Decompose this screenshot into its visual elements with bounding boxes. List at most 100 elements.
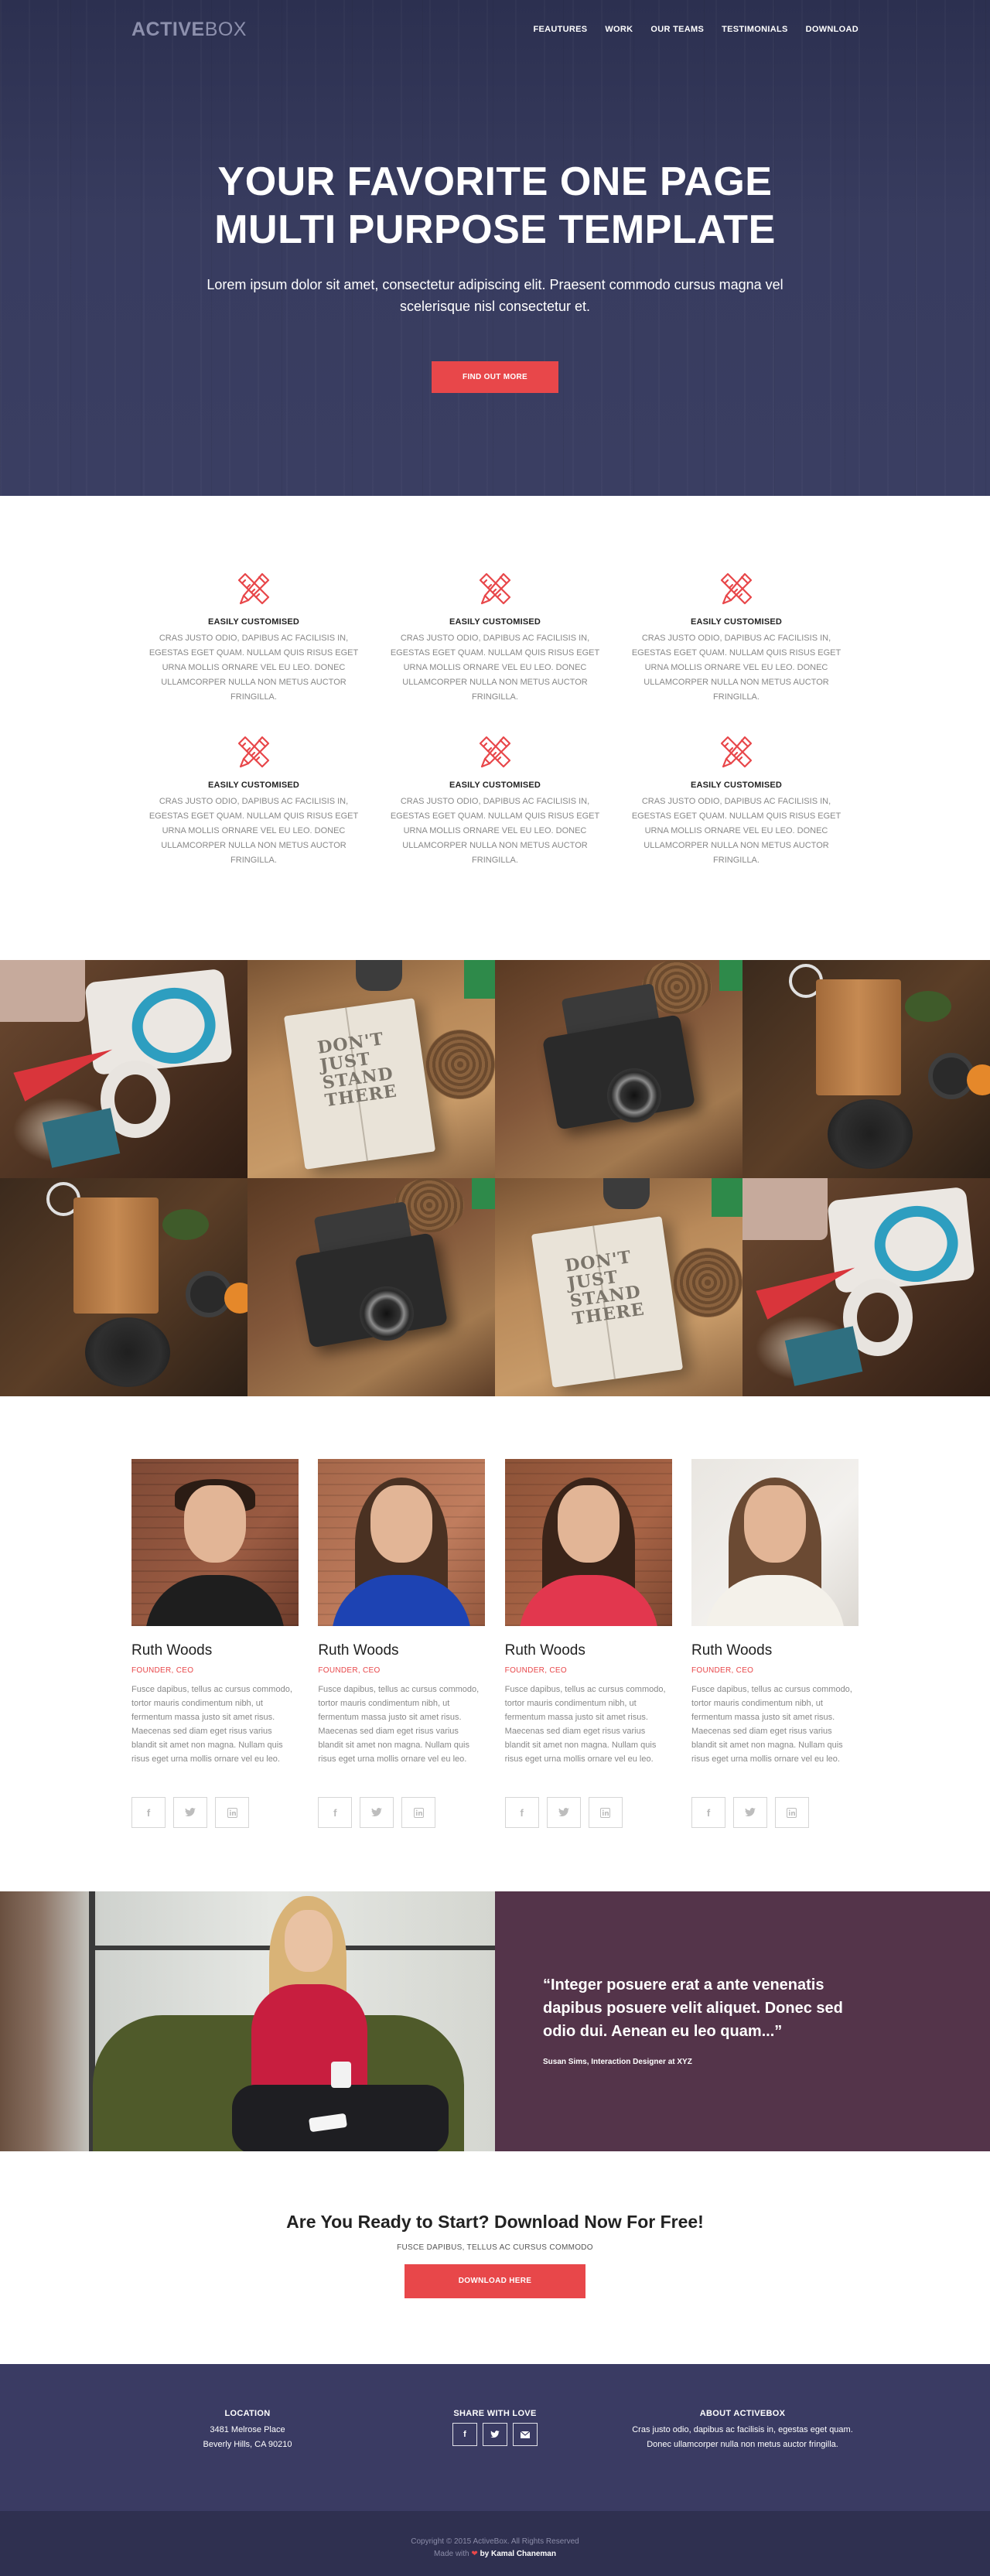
footer: LOCATION 3481 Melrose Place Beverly Hill… [0, 2364, 990, 2511]
team-grid: Ruth Woods FOUNDER, CEO Fusce dapibus, t… [131, 1459, 859, 1828]
orange-shape [224, 1283, 248, 1314]
feature-title: EASILY CUSTOMISED [207, 781, 300, 790]
heart-icon: ❤ [471, 2550, 478, 2558]
feature-item: EASILY CUSTOMISED Cras justo odio, dapib… [624, 566, 848, 705]
nav-item-features[interactable]: FEAUTURES [533, 25, 587, 34]
cutting-board-shape [73, 1197, 159, 1314]
book-cover-text: DON'T JUST STAND THERE [316, 1029, 399, 1112]
feature-title: EASILY CUSTOMISED [690, 617, 783, 627]
twitter-icon[interactable] [173, 1797, 207, 1828]
footer-location: LOCATION 3481 Melrose Place Beverly Hill… [131, 2409, 364, 2452]
member-name: Ruth Woods [318, 1642, 399, 1659]
tshirt-shape [827, 1186, 975, 1294]
facebook-icon[interactable]: f [318, 1797, 353, 1828]
member-name: Ruth Woods [504, 1642, 585, 1659]
coaster-shape [673, 1248, 742, 1317]
features-grid: EASILY CUSTOMISED Cras justo odio, dapib… [0, 566, 990, 868]
feature-item: EASILY CUSTOMISED Cras justo odio, dapib… [624, 729, 848, 868]
person-face [285, 1910, 333, 1972]
twitter-icon[interactable] [360, 1797, 394, 1828]
envelope-glyph [521, 2431, 530, 2438]
email-icon[interactable] [513, 2423, 538, 2446]
logo-light: BOX [204, 18, 247, 40]
nav-item-our-teams[interactable]: OUR TEAMS [650, 25, 704, 34]
herbs-shape [162, 1209, 209, 1240]
facebook-icon[interactable]: f [452, 2423, 477, 2446]
camera-lens-shape [607, 1068, 661, 1122]
facebook-icon[interactable]: f [131, 1797, 166, 1828]
find-out-more-button[interactable]: FIND OUT MORE [432, 361, 558, 393]
photo-face [370, 1485, 433, 1563]
facebook-icon[interactable]: f [691, 1797, 725, 1828]
member-socials: f [318, 1797, 485, 1828]
gallery-tile-camera[interactable] [495, 960, 742, 1178]
feature-text: Cras justo odio, dapibus ac facilisis in… [148, 634, 359, 702]
nav-item-download[interactable]: DOWNLOAD [806, 25, 859, 34]
member-role: FOUNDER, CEO [504, 1666, 567, 1675]
author-credit-link[interactable]: by Kamal Chaneman [480, 2550, 556, 2558]
linkedin-glyph [600, 1807, 611, 1818]
photo-shoulders [145, 1575, 285, 1626]
member-photo [131, 1459, 299, 1626]
gallery-tile-book[interactable]: DON'T JUST STAND THERE [248, 960, 495, 1178]
logo[interactable]: ACTIVEBOX [131, 19, 247, 41]
gallery-tile-tshirt[interactable] [0, 960, 248, 1178]
member-bio: Fusce dapibus, tellus ac cursus commodo,… [318, 1685, 480, 1764]
green-object [719, 960, 742, 991]
member-photo [691, 1459, 859, 1626]
nav-item-work[interactable]: WORK [605, 25, 633, 34]
testimonial-section: “Integer posuere erat a ante venenatis d… [0, 1891, 990, 2151]
made-with-line: Made with ❤ by Kamal Chaneman [0, 2548, 990, 2561]
gallery-tile-cutting-board[interactable] [0, 1178, 248, 1396]
towel-shape [742, 1178, 828, 1240]
linkedin-icon[interactable] [774, 1797, 809, 1828]
pencil-ruler-icon [237, 572, 270, 605]
feature-item: EASILY CUSTOMISED Cras justo odio, dapib… [383, 729, 607, 868]
pencil-ruler-icon [720, 572, 753, 605]
copyright-bar: Copyright © 2015 ActiveBox. All Rights R… [0, 2511, 990, 2576]
coaster-shape [425, 1030, 495, 1099]
photo-face [557, 1485, 620, 1563]
pan-shape [828, 1099, 913, 1169]
gallery-tile-cutting-board[interactable] [742, 960, 990, 1178]
facebook-icon[interactable]: f [504, 1797, 539, 1828]
nav-item-testimonials[interactable]: TESTIMONIALS [722, 25, 788, 34]
gallery-tile-book[interactable]: DON'T JUST STAND THERE [495, 1178, 742, 1396]
photo-shoulders [705, 1575, 845, 1626]
linkedin-icon[interactable] [215, 1797, 249, 1828]
feature-text: Cras justo odio, dapibus ac facilisis in… [390, 634, 600, 702]
linkedin-glyph [787, 1807, 797, 1818]
gallery-tile-camera[interactable] [248, 1178, 495, 1396]
twitter-bird-glyph [744, 1808, 756, 1817]
book-cover-text: DON'T JUST STAND THERE [563, 1247, 647, 1330]
twitter-icon[interactable] [483, 2423, 507, 2446]
download-here-button[interactable]: DOWNLOAD HERE [405, 2264, 585, 2298]
team-member-card: Ruth Woods FOUNDER, CEO Fusce dapibus, t… [691, 1459, 859, 1828]
book-shape [42, 1108, 121, 1168]
footer-about: ABOUT ACTIVEBOX Cras justo odio, dapibus… [626, 2409, 859, 2452]
hero-section: ACTIVEBOX FEAUTURES WORK OUR TEAMS TESTI… [0, 0, 990, 496]
features-section: EASILY CUSTOMISED Cras justo odio, dapib… [0, 496, 990, 960]
feature-text: Cras justo odio, dapibus ac facilisis in… [631, 634, 842, 702]
feature-title: EASILY CUSTOMISED [449, 617, 541, 627]
linkedin-icon[interactable] [401, 1797, 436, 1828]
twitter-icon[interactable] [546, 1797, 581, 1828]
coffee-cup [331, 2062, 351, 2088]
feature-text: Cras justo odio, dapibus ac facilisis in… [390, 797, 600, 865]
photo-face [743, 1485, 806, 1563]
feature-text: Cras justo odio, dapibus ac facilisis in… [148, 797, 359, 865]
pencil-ruler-icon [479, 736, 511, 768]
cta-subtitle: FUSCE DAPIBUS, TELLUS AC CURSUS COMMODO [397, 2243, 593, 2252]
photo-shoulders [332, 1575, 472, 1626]
feature-item: EASILY CUSTOMISED Cras justo odio, dapib… [142, 729, 366, 868]
footer-address-line: Beverly Hills, CA 90210 [203, 2440, 292, 2449]
linkedin-icon[interactable] [588, 1797, 623, 1828]
gallery-tile-tshirt[interactable] [742, 1178, 990, 1396]
testimonial-quote-panel: “Integer posuere erat a ante venenatis d… [495, 1891, 990, 2151]
tshirt-shape [84, 968, 233, 1076]
member-bio: Fusce dapibus, tellus ac cursus commodo,… [504, 1685, 666, 1764]
main-nav: FEAUTURES WORK OUR TEAMS TESTIMONIALS DO… [515, 25, 859, 34]
twitter-icon[interactable] [732, 1797, 767, 1828]
navbar: ACTIVEBOX FEAUTURES WORK OUR TEAMS TESTI… [131, 0, 859, 59]
hero-content: YOUR FAVORITE ONE PAGE MULTI PURPOSE TEM… [131, 59, 859, 393]
